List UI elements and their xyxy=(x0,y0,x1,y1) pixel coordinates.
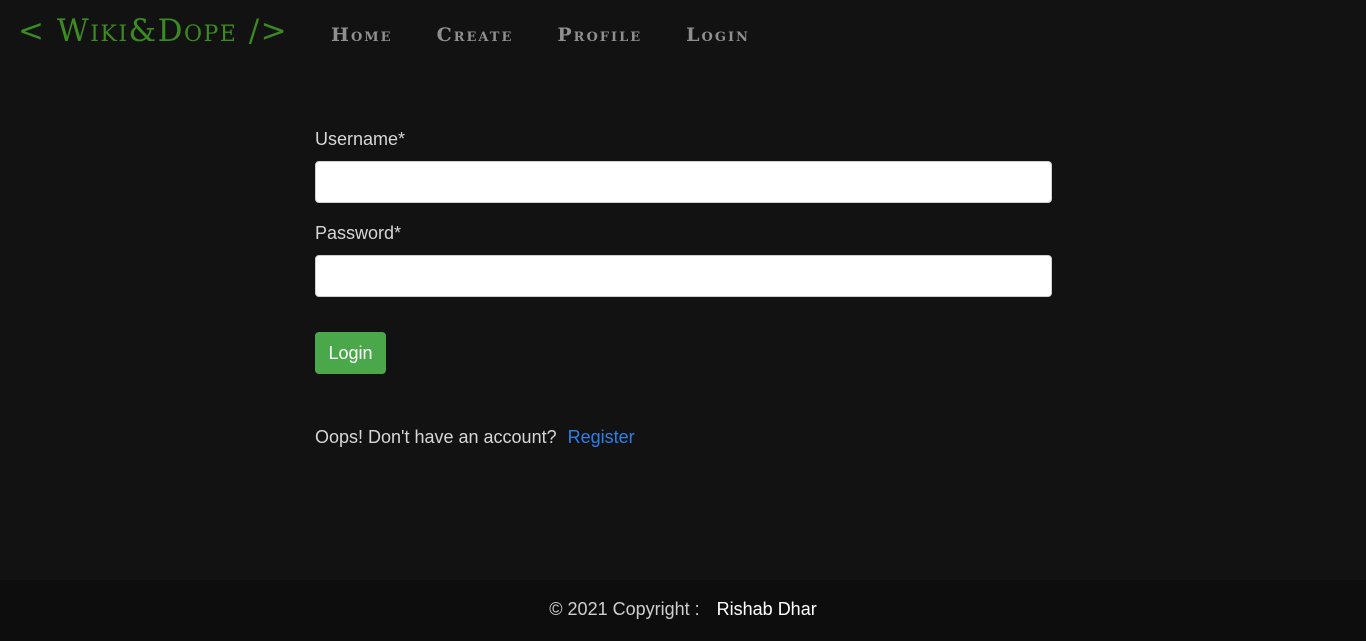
login-form: Username* Password* Login Oops! Don't ha… xyxy=(315,126,1052,447)
footer-author: Rishab Dhar xyxy=(716,599,817,619)
username-label: Username* xyxy=(315,129,406,149)
brand-logo[interactable]: < Wiki&Dope /> xyxy=(18,13,288,49)
register-prompt: Oops! Don't have an account? Register xyxy=(315,427,635,448)
username-input[interactable] xyxy=(315,161,1052,203)
navbar: < Wiki&Dope /> Home Create Profile Login xyxy=(0,0,1366,75)
register-prompt-text: Oops! Don't have an account? xyxy=(315,427,557,447)
nav-link-profile[interactable]: Profile xyxy=(557,24,642,46)
footer-copyright: © 2021 Copyright : xyxy=(549,599,700,619)
nav-link-create[interactable]: Create xyxy=(437,24,514,46)
login-button[interactable]: Login xyxy=(315,332,386,374)
nav-link-home[interactable]: Home xyxy=(331,24,393,46)
nav-link-login[interactable]: Login xyxy=(686,24,750,46)
password-label: Password* xyxy=(315,223,402,243)
password-input[interactable] xyxy=(315,255,1052,297)
register-link[interactable]: Register xyxy=(568,427,635,447)
nav-links: Home Create Profile Login xyxy=(331,24,794,46)
footer: © 2021 Copyright : Rishab Dhar xyxy=(0,580,1366,641)
